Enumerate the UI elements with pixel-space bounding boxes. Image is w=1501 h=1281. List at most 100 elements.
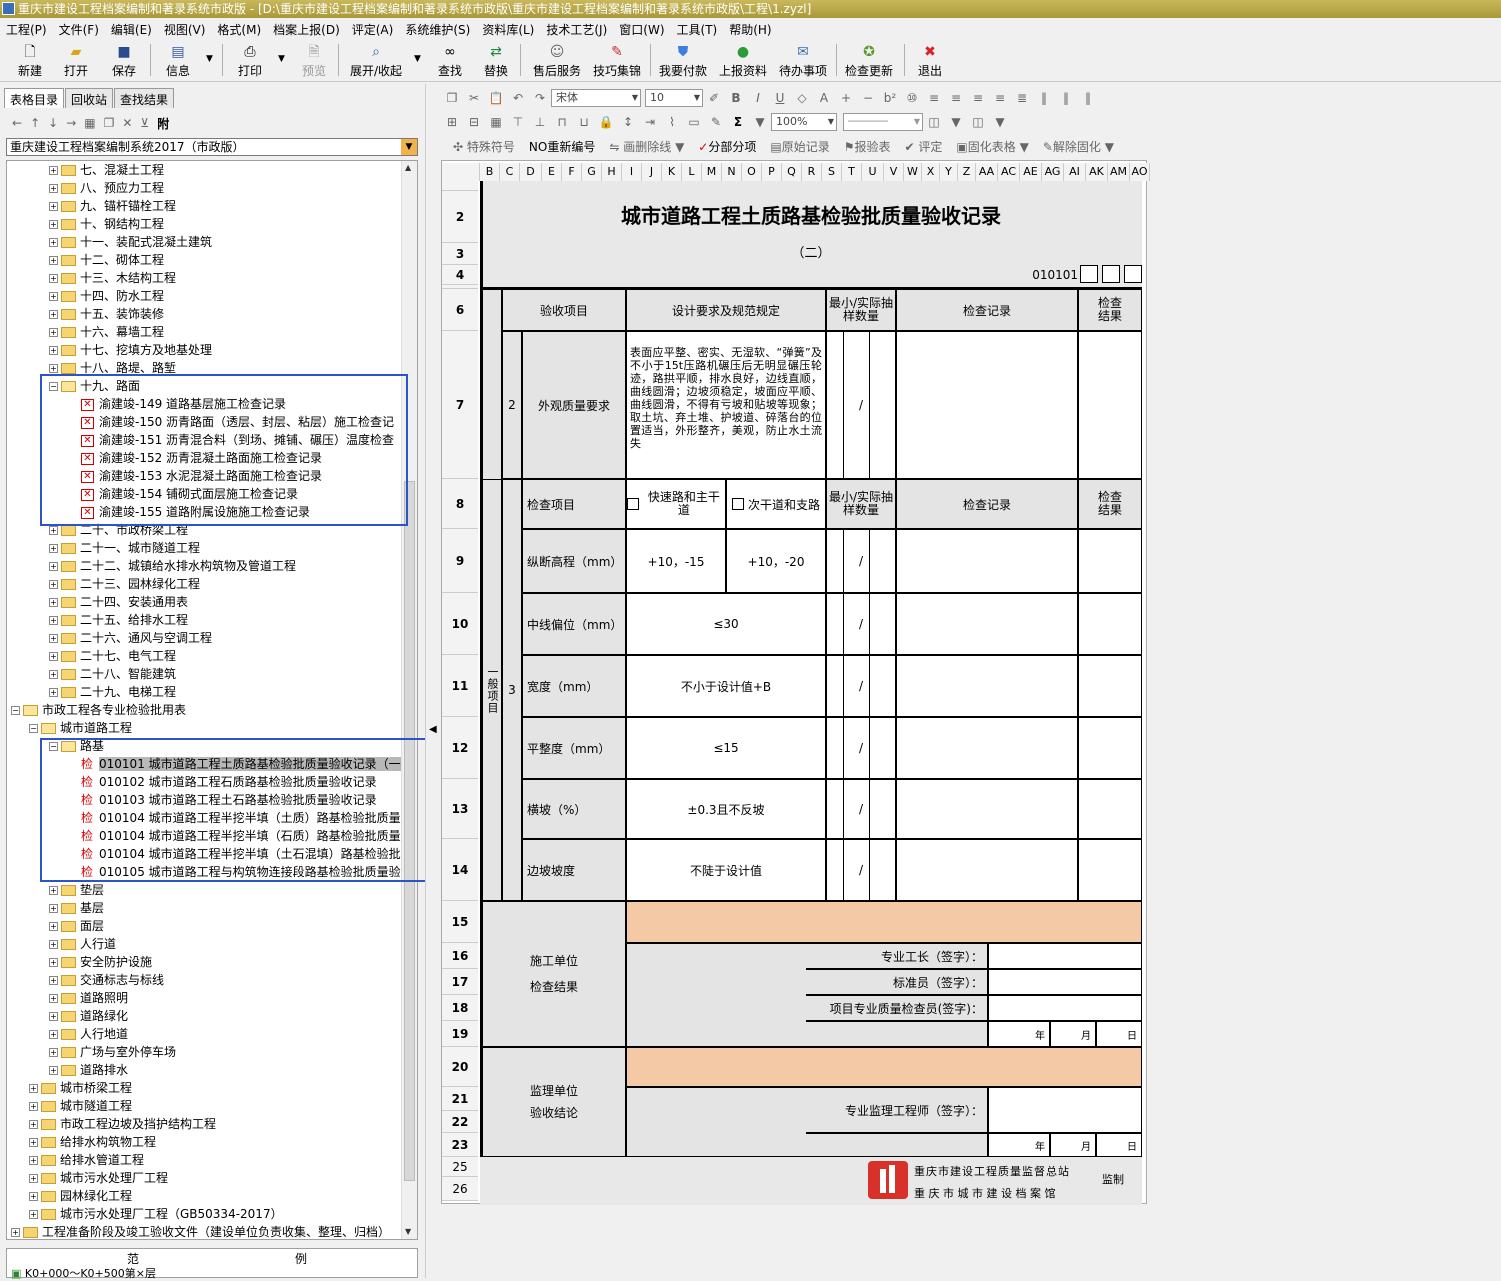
expand-icon[interactable]: + <box>49 652 58 661</box>
row7-number[interactable]: 2 <box>502 331 522 479</box>
tree-node[interactable]: + 道路照明 <box>49 989 128 1007</box>
spec-value[interactable]: ≤30 <box>626 593 826 655</box>
column-header[interactable]: P <box>762 163 782 181</box>
row-header-11[interactable]: 11 <box>442 655 478 717</box>
check-update-button[interactable]: ✪ 检查更新 <box>842 42 896 78</box>
inspection-item-name[interactable]: 平整度（mm） <box>522 717 626 779</box>
column-header[interactable]: AE <box>1020 163 1042 181</box>
row-header-7[interactable]: 7 <box>442 331 478 479</box>
delete-icon[interactable]: ✕ <box>122 116 132 130</box>
add-icon[interactable]: + <box>835 91 857 105</box>
column-header[interactable]: H <box>602 163 622 181</box>
row-header-17[interactable]: 17 <box>442 969 478 995</box>
foreman-label[interactable]: 专业工长（签字）： <box>806 943 988 969</box>
expand-icon[interactable]: + <box>11 1228 20 1237</box>
general-items-label[interactable]: 一般项目 <box>480 479 502 901</box>
zoom-select[interactable]: 100% ▼ <box>771 113 837 131</box>
spec-value[interactable]: ≤15 <box>626 717 826 779</box>
expand-icon[interactable]: + <box>49 562 58 571</box>
column-header[interactable]: AM <box>1108 163 1130 181</box>
special-symbol-button[interactable]: ✣ 特殊符号 <box>453 138 515 155</box>
vertical-align-middle-icon[interactable]: ‖ <box>1055 91 1077 105</box>
expand-icon[interactable]: + <box>49 256 58 265</box>
result-cell[interactable] <box>1078 655 1142 717</box>
tree-node[interactable]: + 八、预应力工程 <box>49 179 164 197</box>
row-header-4[interactable]: 4 <box>442 265 478 285</box>
add-table-icon[interactable]: ▦ <box>84 116 95 130</box>
row7-item[interactable]: 外观质量要求 <box>522 331 626 479</box>
expand-icon[interactable]: + <box>29 1084 38 1093</box>
supervision-unit-label[interactable]: 监理单位 验收结论 <box>480 1047 626 1157</box>
expand-icon[interactable]: + <box>49 166 58 175</box>
tree-node[interactable]: + 给排水管道工程 <box>29 1151 144 1169</box>
column-header[interactable]: Y <box>940 163 958 181</box>
inspection-item-name[interactable]: 宽度（mm） <box>522 655 626 717</box>
insert-row-icon[interactable]: ⊤ <box>507 115 529 129</box>
tree-scrollbar[interactable]: ▲ ▼ <box>401 161 417 1239</box>
expand-icon[interactable]: + <box>49 976 58 985</box>
sample-count-cell[interactable]: / <box>826 529 896 593</box>
checkbox[interactable] <box>731 498 744 510</box>
sample-count-cell[interactable]: / <box>826 839 896 901</box>
tree-node[interactable]: + 二十五、给排水工程 <box>49 611 188 629</box>
inspection-item-name[interactable]: 横坡（%） <box>522 779 626 839</box>
tree-node[interactable]: + 二十四、安装通用表 <box>49 593 188 611</box>
superscript-icon[interactable]: b² <box>879 91 901 105</box>
menu-system[interactable]: 系统维护(S) <box>399 19 476 39</box>
row8-option-main-road[interactable]: 快速路和主干道 <box>626 479 726 529</box>
cut-icon[interactable]: ✂ <box>463 91 485 105</box>
menu-archive-report[interactable]: 档案上报(D) <box>267 19 346 39</box>
font-color-icon[interactable]: A <box>813 91 835 105</box>
tree-node[interactable]: + 人行道 <box>49 935 116 953</box>
column-header[interactable]: AG <box>1042 163 1064 181</box>
font-family-select[interactable]: 宋体 ▼ <box>551 89 641 107</box>
tree-node[interactable]: + 二十三、园林绿化工程 <box>49 575 200 593</box>
tree-node[interactable]: + 十五、装饰装修 <box>49 305 164 323</box>
column-header[interactable]: S <box>822 163 842 181</box>
header-requirement[interactable]: 设计要求及规范规定 <box>626 289 826 331</box>
expand-icon[interactable]: + <box>49 1030 58 1039</box>
expand-icon[interactable]: + <box>49 544 58 553</box>
row8-item[interactable]: 检查项目 <box>522 479 626 529</box>
expand-icon[interactable]: + <box>29 1210 38 1219</box>
tree-node[interactable]: + 市政工程边坡及挡护结构工程 <box>29 1115 216 1133</box>
split-cells-icon[interactable]: ⊟ <box>463 115 485 129</box>
open-button[interactable]: ▰ 打开 <box>60 42 92 78</box>
header-record[interactable]: 检查记录 <box>896 289 1078 331</box>
delete-col-icon[interactable]: ⊔ <box>573 115 595 129</box>
row-header-1[interactable] <box>442 181 478 191</box>
expand-icon[interactable]: + <box>49 1066 58 1075</box>
menu-edit[interactable]: 编辑(E) <box>105 19 158 39</box>
sum-icon[interactable]: Σ <box>727 115 749 129</box>
format-painter-icon[interactable]: ⌇ <box>661 115 683 129</box>
print-dropdown-arrow[interactable]: ▼ <box>278 54 288 64</box>
menu-file[interactable]: 文件(F) <box>53 19 105 39</box>
tree-node[interactable]: + 二十七、电气工程 <box>49 647 176 665</box>
font-size-select[interactable]: 10 ▼ <box>645 89 703 107</box>
code-box-3[interactable] <box>1124 265 1142 283</box>
column-header[interactable]: V <box>884 163 904 181</box>
column-header[interactable]: G <box>582 163 602 181</box>
align-center-icon[interactable]: ≡ <box>945 91 967 105</box>
tree-node[interactable]: + 二十六、通风与空调工程 <box>49 629 212 647</box>
expand-icon[interactable]: + <box>49 688 58 697</box>
column-header[interactable]: Q <box>782 163 802 181</box>
expand-icon[interactable]: + <box>29 1102 38 1111</box>
expand-icon[interactable]: + <box>49 238 58 247</box>
collapse-icon[interactable]: − <box>11 706 20 715</box>
vertical-align-top-icon[interactable]: ‖ <box>1033 91 1055 105</box>
unlock-table-button[interactable]: ✎解除固化 ▼ <box>1043 138 1114 155</box>
column-header[interactable]: F <box>562 163 582 181</box>
underline-icon[interactable]: U <box>769 91 791 105</box>
expand-icon[interactable]: + <box>49 292 58 301</box>
row7-sample[interactable]: / <box>826 331 896 479</box>
result-cell[interactable] <box>1078 529 1142 593</box>
tree-node[interactable]: + 九、锚杆锚栓工程 <box>49 197 176 215</box>
header-result[interactable]: 检查结果 <box>1078 289 1142 331</box>
column-header[interactable]: W <box>904 163 922 181</box>
tree-node[interactable]: + 工程准备阶段及竣工验收文件（建设单位负责收集、整理、归档） <box>11 1223 390 1239</box>
info-dropdown-arrow[interactable]: ▼ <box>206 54 216 64</box>
row-header-26[interactable]: 26 <box>442 1177 478 1201</box>
column-header[interactable]: L <box>682 163 702 181</box>
strikethrough-button[interactable]: ⇋ 画删除线 ▼ <box>609 138 684 155</box>
